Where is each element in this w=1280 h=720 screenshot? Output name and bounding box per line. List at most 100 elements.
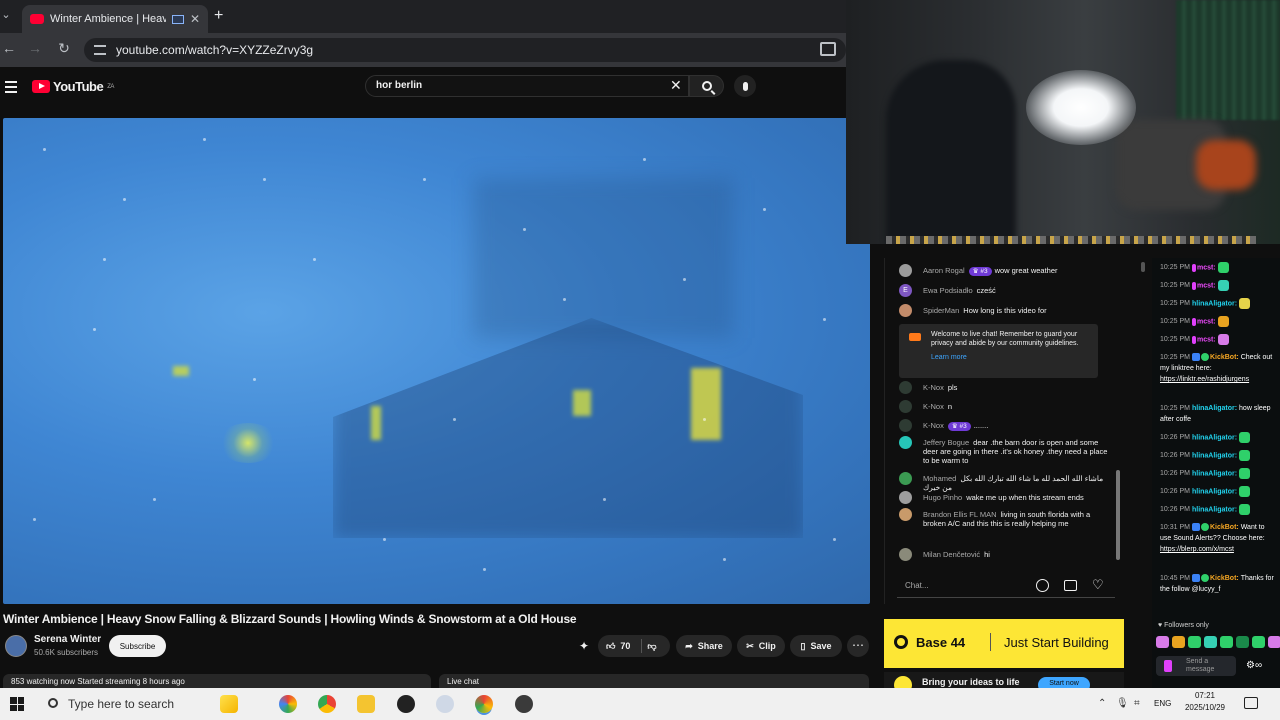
- kick-username[interactable]: mcst:: [1197, 264, 1218, 271]
- emote-bar[interactable]: [1156, 636, 1280, 648]
- chat-avatar[interactable]: [899, 472, 912, 485]
- chat-author[interactable]: Jeffery Bogue: [923, 438, 969, 447]
- kick-username[interactable]: mcst:: [1197, 282, 1218, 289]
- chat-avatar[interactable]: [899, 264, 912, 277]
- obs-icon[interactable]: [397, 695, 415, 713]
- search-input[interactable]: hor berlin: [365, 75, 689, 97]
- close-tab-icon[interactable]: ✕: [190, 12, 200, 26]
- new-tab-button[interactable]: +: [214, 7, 223, 25]
- ad-banner[interactable]: Base 44 Just Start Building: [884, 619, 1124, 668]
- notifications-icon[interactable]: [1244, 697, 1258, 709]
- clear-search-icon[interactable]: ✕: [670, 77, 682, 94]
- heart-icon[interactable]: ♡: [1092, 577, 1104, 593]
- learn-more-link[interactable]: Learn more: [931, 353, 1092, 362]
- chrome-icon[interactable]: [318, 695, 336, 713]
- chat-avatar[interactable]: [899, 436, 912, 449]
- kick-scroll-handle[interactable]: [1141, 262, 1145, 272]
- kick-username[interactable]: hlinaAligator:: [1192, 405, 1239, 412]
- kick-username[interactable]: KickBot:: [1210, 575, 1241, 582]
- file-explorer-icon[interactable]: [357, 695, 375, 713]
- chat-avatar[interactable]: [899, 381, 912, 394]
- super-chat-icon[interactable]: [1064, 580, 1077, 591]
- kick-username[interactable]: mcst:: [1197, 318, 1218, 325]
- chat-avatar[interactable]: [899, 304, 912, 317]
- chat-author[interactable]: K-Nox: [923, 402, 944, 411]
- like-button[interactable]: 👍︎ 70 👎︎: [598, 635, 670, 657]
- live-chat-header[interactable]: Live chat: [439, 674, 869, 688]
- chat-avatar[interactable]: [899, 491, 912, 504]
- search-button[interactable]: [689, 75, 724, 97]
- video-player[interactable]: [3, 118, 870, 604]
- chrome-active-icon[interactable]: [475, 695, 493, 713]
- chat-author[interactable]: Hugo Pinho: [923, 493, 962, 502]
- chat-avatar[interactable]: E: [899, 284, 912, 297]
- emoji-icon[interactable]: [1036, 579, 1049, 592]
- channel-name[interactable]: Serena Winter: [34, 634, 101, 645]
- network-icon[interactable]: ⌗: [1134, 698, 1140, 709]
- channel-avatar[interactable]: [5, 635, 27, 657]
- youtube-logo[interactable]: YouTube ZA: [32, 79, 114, 94]
- chat-author[interactable]: Brandon Ellis FL MAN: [923, 510, 997, 519]
- browser-tab[interactable]: Winter Ambience | Heavy Sn ✕: [22, 5, 208, 33]
- menu-icon[interactable]: [5, 81, 17, 96]
- subscribe-button[interactable]: Subscribe: [109, 635, 166, 657]
- kick-settings-icon[interactable]: ⚙∞: [1246, 660, 1262, 671]
- kick-username[interactable]: hlinaAligator:: [1192, 470, 1239, 477]
- kick-username[interactable]: KickBot:: [1210, 524, 1241, 531]
- save-button[interactable]: ▯ Save: [790, 635, 842, 657]
- language-indicator[interactable]: ENG: [1154, 699, 1171, 708]
- tab-title: Winter Ambience | Heavy Sn: [50, 13, 166, 25]
- kick-username[interactable]: hlinaAligator:: [1192, 300, 1239, 307]
- clock[interactable]: 07:21 2025/10/29: [1180, 690, 1230, 714]
- more-actions-icon[interactable]: ⋯: [847, 635, 869, 657]
- kick-username[interactable]: hlinaAligator:: [1192, 488, 1239, 495]
- photos-icon[interactable]: [279, 695, 297, 713]
- chat-author[interactable]: Ewa Podsiadło: [923, 286, 973, 295]
- chat-author[interactable]: Aaron Rogal: [923, 266, 965, 275]
- kick-link[interactable]: https://blerp.com/x/mcst: [1160, 546, 1234, 553]
- windows-start-icon[interactable]: [10, 697, 24, 711]
- app-icon[interactable]: [436, 695, 454, 713]
- url-bar[interactable]: youtube.com/watch?v=XYZZeZrvy3g: [84, 38, 846, 62]
- chat-avatar[interactable]: [899, 400, 912, 413]
- ad-info-row[interactable]: Bring your ideas to life Start now: [884, 672, 1124, 688]
- back-icon[interactable]: ←: [0, 40, 18, 56]
- voice-search-button[interactable]: [734, 75, 756, 97]
- kick-link[interactable]: https://linktr.ee/rashidjurgens: [1160, 376, 1249, 383]
- chat-avatar[interactable]: [899, 508, 912, 521]
- kick-username[interactable]: hlinaAligator:: [1192, 434, 1239, 441]
- widgets-icon[interactable]: [220, 695, 238, 713]
- forward-icon[interactable]: →: [26, 40, 44, 56]
- snowflake: [453, 418, 456, 421]
- site-info-icon[interactable]: [94, 45, 106, 55]
- tab-search-chevron-icon[interactable]: ⌄: [0, 8, 12, 26]
- chat-author[interactable]: SpiderMan: [923, 306, 959, 315]
- kick-username[interactable]: hlinaAligator:: [1192, 452, 1239, 459]
- chat-author[interactable]: Milan Denčetović: [923, 550, 980, 559]
- microphone-tray-icon[interactable]: 🎙︎: [1116, 698, 1129, 709]
- kick-username[interactable]: mcst:: [1197, 336, 1218, 343]
- taskbar-search-input[interactable]: Type here to search: [40, 692, 210, 716]
- kick-emote-picker-icon[interactable]: [1164, 660, 1172, 672]
- hidden-icons-chevron-icon[interactable]: ⌃: [1098, 698, 1106, 709]
- kick-username[interactable]: KickBot:: [1210, 354, 1241, 361]
- emote-icon: [1239, 504, 1251, 515]
- share-button[interactable]: ➦ Share: [676, 635, 732, 657]
- chat-message: K-Nox pls: [899, 381, 1111, 394]
- chat-author[interactable]: Mohamed: [923, 474, 956, 483]
- thumbs-down-icon[interactable]: 👎︎: [647, 641, 656, 652]
- ad-cta-button[interactable]: Start now: [1038, 677, 1090, 688]
- chat-author[interactable]: K-Nox: [923, 383, 944, 392]
- app2-icon[interactable]: [515, 695, 533, 713]
- chat-avatar[interactable]: [899, 419, 912, 432]
- chat-author[interactable]: K-Nox: [923, 421, 944, 430]
- reload-icon[interactable]: ↻: [55, 40, 73, 57]
- chat-scrollbar[interactable]: [1116, 470, 1120, 560]
- install-app-icon[interactable]: [820, 42, 836, 56]
- audio-playing-icon[interactable]: [171, 14, 184, 24]
- hype-icon[interactable]: ✦: [579, 639, 589, 653]
- chat-avatar[interactable]: [899, 548, 912, 561]
- clip-button[interactable]: ✂ Clip: [737, 635, 785, 657]
- chat-input[interactable]: Chat...: [897, 574, 1115, 598]
- kick-username[interactable]: hlinaAligator:: [1192, 506, 1239, 513]
